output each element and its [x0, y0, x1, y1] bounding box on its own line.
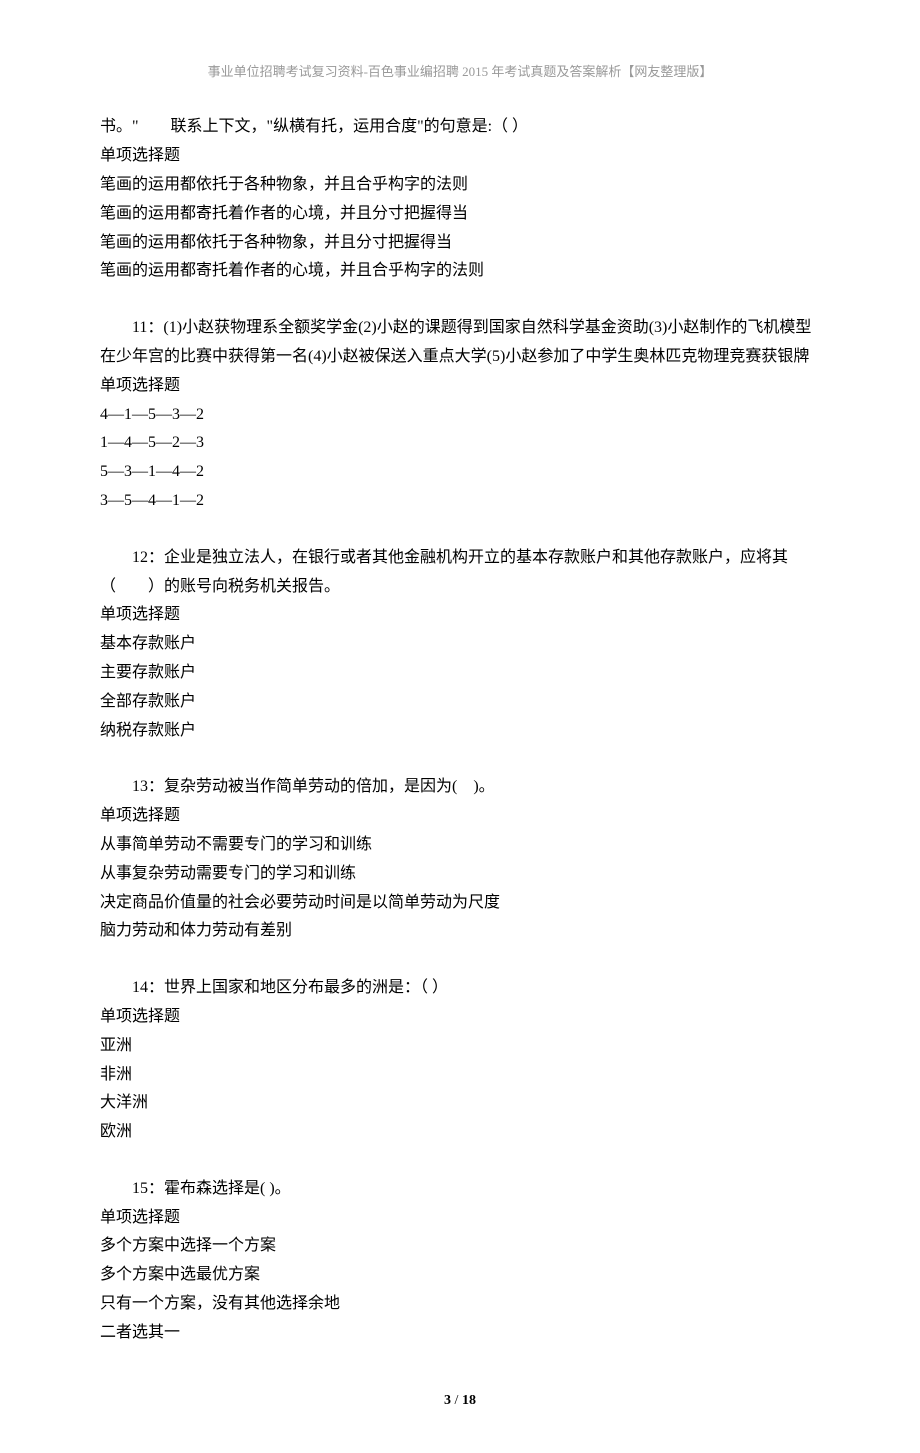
option: 1—4—5—2—3: [100, 429, 820, 458]
question-type: 单项选择题: [100, 601, 820, 630]
question-10-continued: 书。" 联系上下文，"纵横有托，运用合度"的句意是:（ ） 单项选择题 笔画的运…: [100, 113, 820, 286]
option: 4—1—5—3—2: [100, 401, 820, 430]
question-15: 15：霍布森选择是( )。 单项选择题 多个方案中选择一个方案 多个方案中选最优…: [100, 1175, 820, 1348]
question-text: 12：企业是独立法人，在银行或者其他金融机构开立的基本存款账户和其他存款账户，应…: [100, 544, 820, 602]
question-type: 单项选择题: [100, 372, 820, 401]
question-14: 14：世界上国家和地区分布最多的洲是：（ ） 单项选择题 亚洲 非洲 大洋洲 欧…: [100, 974, 820, 1147]
option: 亚洲: [100, 1032, 820, 1061]
option: 笔画的运用都依托于各种物象，并且分寸把握得当: [100, 229, 820, 258]
option: 笔画的运用都寄托着作者的心境，并且合乎构字的法则: [100, 257, 820, 286]
question-type: 单项选择题: [100, 1003, 820, 1032]
option: 非洲: [100, 1061, 820, 1090]
option: 决定商品价值量的社会必要劳动时间是以简单劳动为尺度: [100, 889, 820, 918]
option: 基本存款账户: [100, 630, 820, 659]
option: 二者选其一: [100, 1319, 820, 1348]
question-text: 14：世界上国家和地区分布最多的洲是：（ ）: [100, 974, 820, 1003]
option: 多个方案中选择一个方案: [100, 1232, 820, 1261]
option: 纳税存款账户: [100, 717, 820, 746]
option: 笔画的运用都依托于各种物象，并且合乎构字的法则: [100, 171, 820, 200]
page-separator: /: [451, 1393, 462, 1408]
question-12: 12：企业是独立法人，在银行或者其他金融机构开立的基本存款账户和其他存款账户，应…: [100, 544, 820, 746]
question-type: 单项选择题: [100, 1204, 820, 1233]
question-type: 单项选择题: [100, 802, 820, 831]
page-header: 事业单位招聘考试复习资料-百色事业编招聘 2015 年考试真题及答案解析【网友整…: [100, 60, 820, 83]
option: 只有一个方案，没有其他选择余地: [100, 1290, 820, 1319]
question-13: 13：复杂劳动被当作简单劳动的倍加，是因为( )。 单项选择题 从事简单劳动不需…: [100, 773, 820, 946]
question-type: 单项选择题: [100, 142, 820, 171]
option: 欧洲: [100, 1118, 820, 1147]
option: 从事简单劳动不需要专门的学习和训练: [100, 831, 820, 860]
question-text: 书。" 联系上下文，"纵横有托，运用合度"的句意是:（ ）: [100, 113, 820, 142]
page-footer: 3 / 18: [100, 1388, 820, 1413]
option: 脑力劳动和体力劳动有差别: [100, 917, 820, 946]
option: 5—3—1—4—2: [100, 458, 820, 487]
option: 大洋洲: [100, 1089, 820, 1118]
option: 主要存款账户: [100, 659, 820, 688]
question-text: 11：(1)小赵获物理系全额奖学金(2)小赵的课题得到国家自然科学基金资助(3)…: [100, 314, 820, 372]
option: 全部存款账户: [100, 688, 820, 717]
option: 多个方案中选最优方案: [100, 1261, 820, 1290]
question-text: 15：霍布森选择是( )。: [100, 1175, 820, 1204]
option: 3—5—4—1—2: [100, 487, 820, 516]
question-11: 11：(1)小赵获物理系全额奖学金(2)小赵的课题得到国家自然科学基金资助(3)…: [100, 314, 820, 516]
question-text: 13：复杂劳动被当作简单劳动的倍加，是因为( )。: [100, 773, 820, 802]
option: 从事复杂劳动需要专门的学习和训练: [100, 860, 820, 889]
page-current: 3: [444, 1393, 451, 1408]
page-total: 18: [462, 1393, 476, 1408]
option: 笔画的运用都寄托着作者的心境，并且分寸把握得当: [100, 200, 820, 229]
